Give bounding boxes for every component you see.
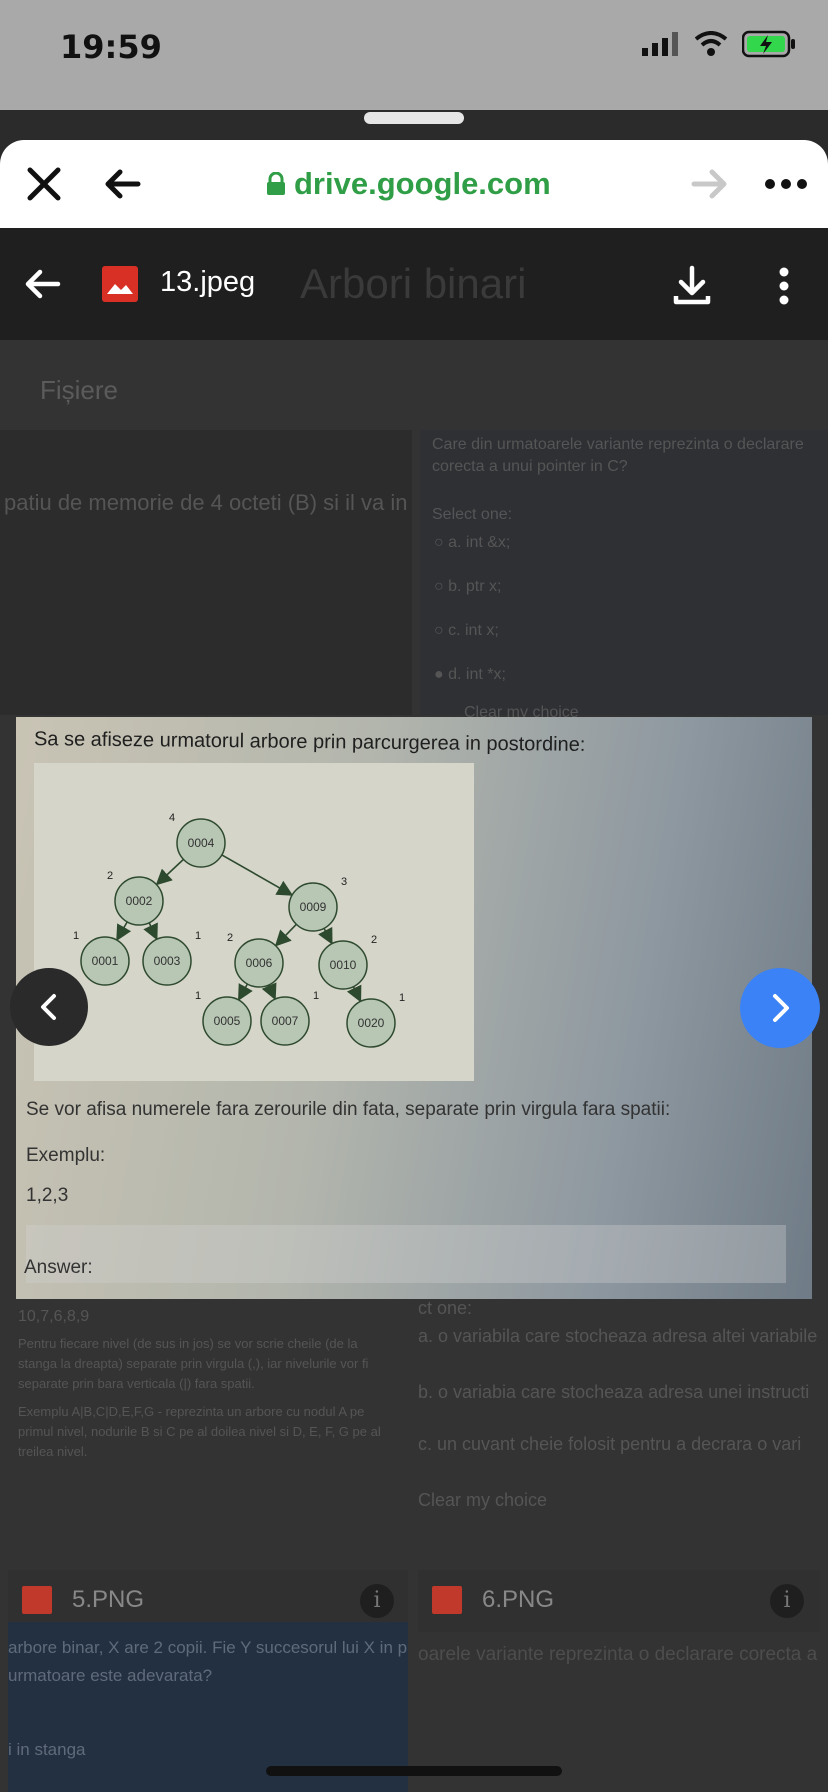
wifi-icon (694, 31, 728, 56)
question-text: Sa se afiseze urmatorul arbore prin parc… (33, 728, 586, 756)
tree-node-height: 4 (169, 812, 175, 824)
tree-node-height: 3 (341, 876, 347, 888)
info-icon[interactable]: i (360, 1584, 394, 1618)
background-select-one-2: ct one: (418, 1298, 473, 1318)
background-option-a: a. o variabila care stocheaza adresa alt… (418, 1326, 818, 1346)
more-options-icon[interactable] (762, 162, 810, 206)
sheet-grabber[interactable] (364, 112, 464, 124)
background-right-panel: Care din urmatoarele variante reprezinta… (420, 430, 828, 721)
file-name: 13.jpeg (160, 266, 256, 298)
tree-node-label: 0020 (358, 1016, 385, 1030)
thumbnail-card-6png[interactable]: 6.PNG i (418, 1570, 820, 1632)
tree-node-height: 1 (195, 990, 201, 1002)
background-thumbnail-text: arbore binar, X are 2 copii. Fie Y succe… (8, 1638, 408, 1685)
example-label: Exemplu: (26, 1145, 106, 1166)
thumbnail-name: 6.PNG (482, 1586, 555, 1613)
option-label: d. int *x; (448, 666, 506, 683)
background-value: 10,7,6,8,9 (18, 1308, 90, 1325)
example-value: 1,2,3 (26, 1185, 69, 1206)
background-clear-choice-2: Clear my choice (418, 1490, 548, 1510)
background-option-c: c. un cuvant cheie folosit pentru a decr… (418, 1434, 802, 1454)
binary-tree-diagram: 0004 4 0002 2 0009 3 0001 1 0003 1 0006 2 0010 2 0005 1… (34, 763, 474, 1081)
background-question: Care din urmatoarele variante reprezinta… (432, 436, 804, 475)
background-left-panel: patiu de memorie de 4 octeti (B) si il v… (0, 430, 412, 715)
background-radio-a: ○ a. int &x; (434, 534, 511, 551)
lock-icon (267, 172, 285, 195)
tree-edge (261, 982, 277, 1001)
tree-edge (155, 858, 185, 886)
browser-bar: drive.google.com (0, 140, 828, 228)
tree-node-label: 0006 (246, 956, 273, 970)
signal-icon (642, 32, 678, 56)
background-radio-d: ● d. int *x; (434, 666, 506, 683)
thumbnail-name: 5.PNG (72, 1586, 145, 1613)
tree-node-label: 0003 (154, 954, 181, 968)
background-option-b: b. o variabia care stocheaza adresa unei… (418, 1382, 810, 1402)
status-icons (642, 30, 798, 58)
tree-node-height: 1 (195, 930, 201, 942)
battery-charging-icon (742, 30, 795, 58)
download-icon[interactable] (668, 262, 716, 310)
previous-image-button[interactable] (10, 968, 88, 1046)
chevron-left-icon (41, 994, 56, 1020)
url-field[interactable]: drive.google.com (266, 162, 551, 206)
tree-node-height: 2 (107, 870, 113, 882)
tree-edge (238, 983, 253, 1002)
status-bar: 19:59 (0, 0, 828, 110)
kebab-menu-icon[interactable] (770, 262, 798, 310)
tree-node-height: 2 (227, 932, 233, 944)
background-thumbnail-text-3: oarele variante reprezinta o declarare c… (418, 1644, 818, 1665)
home-indicator[interactable] (266, 1766, 562, 1776)
background-thumbnail-text-2: i in stanga (8, 1740, 86, 1759)
tree-node-label: 0004 (188, 836, 215, 850)
background-example: Exemplu A|B,C|D,E,F,G - reprezinta un ar… (18, 1404, 381, 1459)
tree-edge (116, 921, 132, 942)
tree-node-height: 1 (313, 990, 319, 1002)
back-arrow-icon[interactable] (100, 162, 144, 206)
background-snippet: patiu de memorie de 4 octeti (B) si il v… (4, 490, 408, 515)
forward-arrow-icon[interactable] (688, 162, 732, 206)
answer-label: Answer: (24, 1257, 93, 1278)
viewer-back-icon[interactable] (18, 260, 66, 308)
image-file-icon (432, 1586, 462, 1614)
answer-field (26, 1225, 786, 1283)
tree-node-label: 0002 (126, 894, 153, 908)
tree-node-height: 2 (371, 934, 377, 946)
tree-node-label: 0001 (92, 954, 119, 968)
info-icon[interactable]: i (770, 1584, 804, 1618)
background-radio-c: ○ c. int x; (434, 622, 499, 639)
instruction-text: Se vor afisa numerele fara zerourile din… (26, 1099, 671, 1120)
tree-node-label: 0009 (300, 900, 327, 914)
background-description: Pentru fiecare nivel (de sus in jos) se … (18, 1336, 369, 1391)
chevron-right-icon (773, 994, 789, 1022)
image-file-icon (102, 266, 138, 302)
tree-node-label: 0007 (272, 1014, 299, 1028)
option-label: c. int x; (448, 622, 499, 639)
background-title: Arbori binari (300, 260, 527, 307)
option-label: a. int &x; (448, 534, 511, 551)
option-label: b. ptr x; (448, 578, 502, 595)
tree-edge (274, 923, 297, 947)
url-text: drive.google.com (294, 166, 551, 201)
next-image-button[interactable] (740, 968, 820, 1048)
tree-node-height: 1 (399, 992, 405, 1004)
tree-edge (318, 926, 333, 945)
tree-node-label: 0010 (330, 958, 357, 972)
section-title: Fișiere (40, 375, 119, 405)
background-radio-b: ○ b. ptr x; (434, 578, 502, 595)
tree-edge (346, 984, 362, 1003)
tree-edge (221, 854, 294, 896)
tree-node-label: 0005 (214, 1014, 241, 1028)
tree-edge (143, 922, 158, 941)
status-time: 19:59 (60, 28, 162, 66)
close-icon[interactable] (22, 162, 66, 206)
image-preview: Sa se afiseze urmatorul arbore prin parc… (16, 717, 812, 1299)
tree-svg: 0004 4 0002 2 0009 3 0001 1 0003 1 0006 2 0010 2 0005 1… (73, 812, 405, 1048)
image-file-icon (22, 1586, 52, 1614)
tree-node-height: 1 (73, 930, 79, 942)
background-select-one: Select one: (432, 506, 513, 523)
